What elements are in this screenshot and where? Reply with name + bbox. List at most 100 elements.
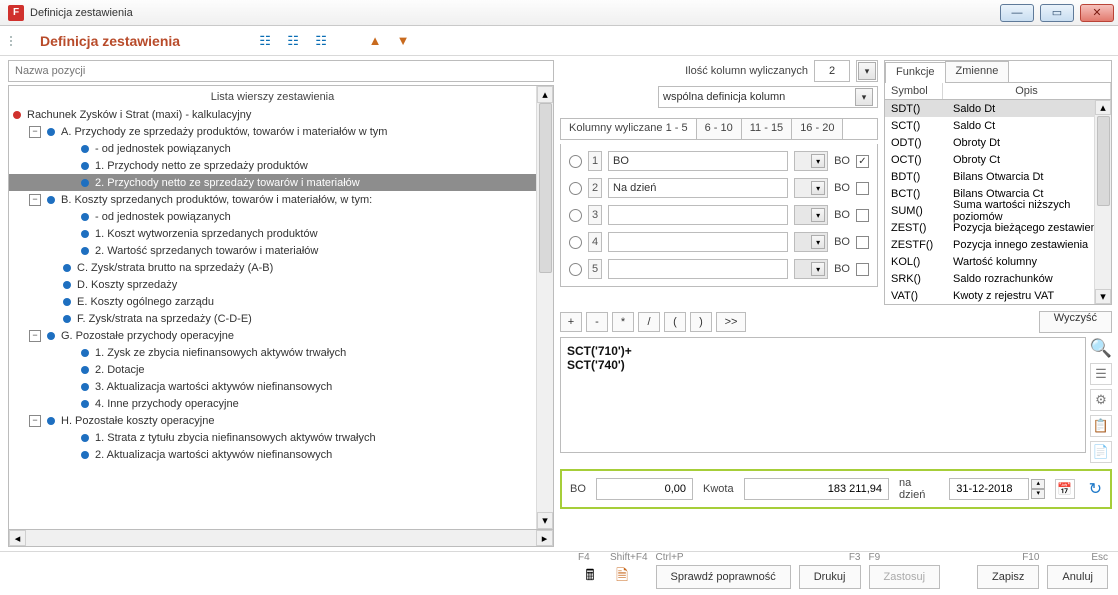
note-icon[interactable]: 🗎 bbox=[610, 565, 634, 589]
function-row[interactable]: ODT()Obroty Dt bbox=[885, 134, 1111, 151]
row-radio[interactable] bbox=[569, 155, 582, 168]
coltab-6-10[interactable]: 6 - 10 bbox=[697, 119, 742, 139]
tree-leaf[interactable]: 1. Strata z tytułu zbycia niefinansowych… bbox=[9, 429, 536, 446]
scroll-down-icon[interactable]: ▾ bbox=[1095, 289, 1111, 304]
document-icon[interactable]: 📄 bbox=[1090, 441, 1112, 463]
position-name-input[interactable] bbox=[8, 60, 554, 82]
collapse-icon[interactable]: − bbox=[29, 126, 41, 138]
function-row[interactable]: ZESTF()Pozycja innego zestawienia bbox=[885, 236, 1111, 253]
check-button[interactable]: Sprawdź poprawność bbox=[656, 565, 791, 589]
chevron-down-icon[interactable]: ▾ bbox=[811, 262, 825, 276]
scroll-up-icon[interactable]: ▴ bbox=[1095, 100, 1111, 115]
tree-leaf[interactable]: - od jednostek powiązanych bbox=[9, 140, 536, 157]
collapse-icon[interactable]: − bbox=[29, 415, 41, 427]
op-rparen-button[interactable]: ) bbox=[690, 312, 712, 332]
chevron-down-icon[interactable]: ▾ bbox=[811, 154, 825, 168]
scroll-up-icon[interactable]: ▴ bbox=[537, 86, 553, 103]
function-row[interactable]: BDT()Bilans Otwarcia Dt bbox=[885, 168, 1111, 185]
chevron-down-icon[interactable]: ▾ bbox=[855, 88, 873, 106]
kwota-value[interactable]: 183 211,94 bbox=[744, 478, 889, 500]
tree-leaf[interactable]: 1. Przychody netto ze sprzedaży produktó… bbox=[9, 157, 536, 174]
function-row[interactable]: SCT()Saldo Ct bbox=[885, 117, 1111, 134]
op-lparen-button[interactable]: ( bbox=[664, 312, 686, 332]
minimize-button[interactable]: — bbox=[1000, 4, 1034, 22]
tree-root[interactable]: Rachunek Zysków i Strat (maxi) - kalkula… bbox=[9, 106, 536, 123]
row-type-select[interactable]: ▾ bbox=[794, 178, 828, 198]
scroll-thumb[interactable] bbox=[1097, 116, 1110, 206]
apply-button[interactable]: Zastosuj bbox=[869, 565, 941, 589]
row-label-input[interactable]: BO bbox=[608, 151, 788, 171]
op-div-button[interactable]: / bbox=[638, 312, 660, 332]
clipboard-icon[interactable]: 📋 bbox=[1090, 415, 1112, 437]
tab-variables[interactable]: Zmienne bbox=[945, 61, 1010, 82]
collapse-icon[interactable]: − bbox=[29, 194, 41, 206]
tree-node[interactable]: F. Zysk/strata na sprzedaży (C-D-E) bbox=[9, 310, 536, 327]
row-label-input[interactable] bbox=[608, 232, 788, 252]
tree-node[interactable]: C. Zysk/strata brutto na sprzedaży (A-B) bbox=[9, 259, 536, 276]
tree-leaf[interactable]: 3. Aktualizacja wartości aktywów niefina… bbox=[9, 378, 536, 395]
tree-node[interactable]: −B. Koszty sprzedanych produktów, towaró… bbox=[9, 191, 536, 208]
coltab-1-5[interactable]: Kolumny wyliczane 1 - 5 bbox=[561, 119, 697, 139]
row-radio[interactable] bbox=[569, 263, 582, 276]
scroll-thumb[interactable] bbox=[539, 103, 552, 273]
function-row[interactable]: OCT()Obroty Ct bbox=[885, 151, 1111, 168]
row-label-input[interactable] bbox=[608, 205, 788, 225]
row-checkbox[interactable]: ✓ bbox=[856, 155, 869, 168]
calendar-icon[interactable]: 📅 bbox=[1055, 479, 1074, 499]
op-more-button[interactable]: >> bbox=[716, 312, 746, 332]
chevron-down-icon[interactable]: ▾ bbox=[811, 181, 825, 195]
function-row[interactable]: VAT()Kwoty z rejestru VAT bbox=[885, 287, 1111, 304]
chevron-down-icon[interactable]: ▾ bbox=[811, 235, 825, 249]
count-dropdown[interactable]: ▾ bbox=[856, 60, 878, 82]
row-radio[interactable] bbox=[569, 236, 582, 249]
function-list[interactable]: SDT()Saldo DtSCT()Saldo CtODT()Obroty Dt… bbox=[885, 100, 1111, 304]
gear-icon[interactable]: ⚙ bbox=[1090, 389, 1112, 411]
tree-node[interactable]: −A. Przychody ze sprzedaży produktów, to… bbox=[9, 123, 536, 140]
row-checkbox[interactable] bbox=[856, 209, 869, 222]
tool-hierarchy-3-icon[interactable]: ☷ bbox=[312, 32, 330, 50]
move-up-icon[interactable]: ▲ bbox=[366, 32, 384, 50]
scroll-right-icon[interactable]: ▸ bbox=[536, 530, 553, 546]
coltab-16-20[interactable]: 16 - 20 bbox=[792, 119, 843, 139]
row-label-input[interactable]: Na dzień bbox=[608, 178, 788, 198]
coltab-11-15[interactable]: 11 - 15 bbox=[742, 119, 792, 139]
row-radio[interactable] bbox=[569, 209, 582, 222]
row-radio[interactable] bbox=[569, 182, 582, 195]
row-checkbox[interactable] bbox=[856, 263, 869, 276]
function-row[interactable]: SRK()Saldo rozrachunków bbox=[885, 270, 1111, 287]
row-checkbox[interactable] bbox=[856, 236, 869, 249]
date-spin-up[interactable]: ▴ bbox=[1031, 479, 1045, 489]
tree-leaf[interactable]: 2. Aktualizacja wartości aktywów niefina… bbox=[9, 446, 536, 463]
tree-hscrollbar[interactable]: ◂ ▸ bbox=[8, 530, 554, 547]
tree-leaf[interactable]: 1. Koszt wytworzenia sprzedanych produkt… bbox=[9, 225, 536, 242]
row-type-select[interactable]: ▾ bbox=[794, 259, 828, 279]
collapse-icon[interactable]: − bbox=[29, 330, 41, 342]
func-vscrollbar[interactable]: ▴ ▾ bbox=[1094, 100, 1111, 304]
tool-hierarchy-2-icon[interactable]: ☷ bbox=[284, 32, 302, 50]
scroll-left-icon[interactable]: ◂ bbox=[9, 530, 26, 546]
save-button[interactable]: Zapisz bbox=[977, 565, 1039, 589]
tool-hierarchy-1-icon[interactable]: ☷ bbox=[256, 32, 274, 50]
common-def-dropdown[interactable]: wspólna definicja kolumn ▾ bbox=[658, 86, 878, 108]
tab-functions[interactable]: Funkcje bbox=[885, 62, 946, 83]
tree-leaf-selected[interactable]: 2. Przychody netto ze sprzedaży towarów … bbox=[9, 174, 536, 191]
tree-node[interactable]: E. Koszty ogólnego zarządu bbox=[9, 293, 536, 310]
op-plus-button[interactable]: + bbox=[560, 312, 582, 332]
tree-leaf[interactable]: 2. Dotacje bbox=[9, 361, 536, 378]
scroll-down-icon[interactable]: ▾ bbox=[537, 512, 553, 529]
tree-node[interactable]: D. Koszty sprzedaży bbox=[9, 276, 536, 293]
date-spin-down[interactable]: ▾ bbox=[1031, 489, 1045, 499]
date-input[interactable]: 31-12-2018 bbox=[949, 478, 1029, 500]
row-label-input[interactable] bbox=[608, 259, 788, 279]
function-row[interactable]: SUM()Suma wartości niższych poziomów bbox=[885, 202, 1111, 219]
op-mul-button[interactable]: * bbox=[612, 312, 634, 332]
row-type-select[interactable]: ▾ bbox=[794, 205, 828, 225]
print-button[interactable]: Drukuj bbox=[799, 565, 861, 589]
row-checkbox[interactable] bbox=[856, 182, 869, 195]
cancel-button[interactable]: Anuluj bbox=[1047, 565, 1108, 589]
formula-editor[interactable]: SCT('710')+ SCT('740') bbox=[560, 337, 1086, 453]
search-icon[interactable]: 🔍 bbox=[1090, 337, 1112, 359]
tree-leaf[interactable]: - od jednostek powiązanych bbox=[9, 208, 536, 225]
row-type-select[interactable]: ▾ bbox=[794, 232, 828, 252]
refresh-icon[interactable]: ↻ bbox=[1089, 479, 1102, 499]
